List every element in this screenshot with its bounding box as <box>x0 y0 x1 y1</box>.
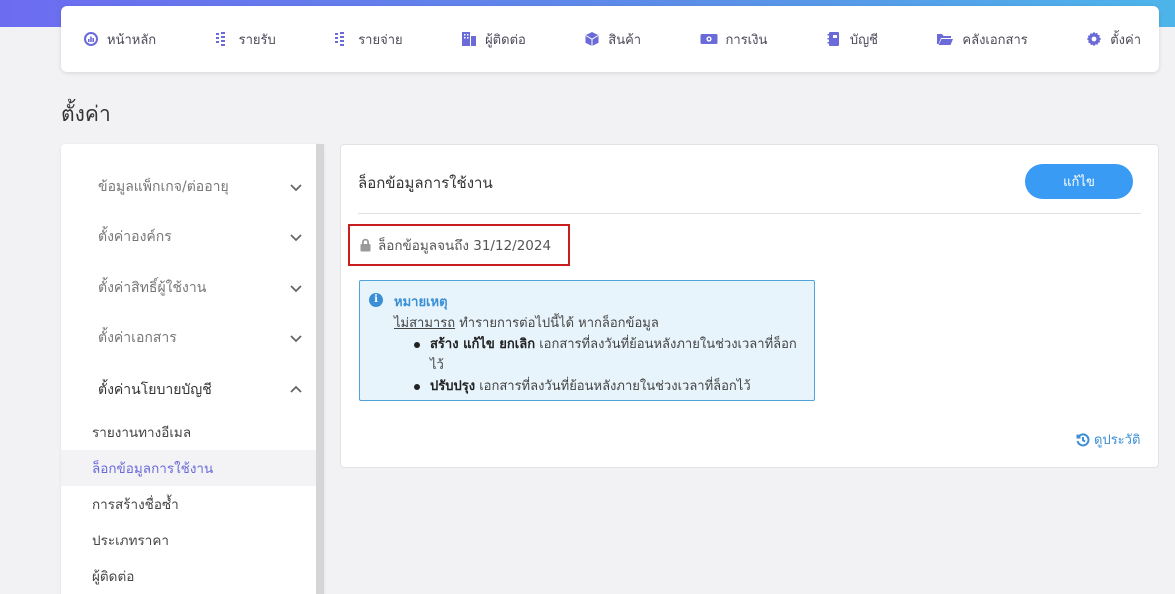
box-icon <box>585 32 599 46</box>
chevron-up-icon <box>290 385 302 393</box>
nav-item-contacts[interactable]: ผู้ติดต่อ <box>461 29 526 50</box>
main-navigation: หน้าหลัก รายรับ รายจ่าย ผู้ติดต่อ สินค้า… <box>61 6 1159 72</box>
note-bullet-bold: ปรับปรุง <box>430 379 476 394</box>
data-lock-card: ล็อกข้อมูลการใช้งาน แก้ไข ล็อกข้อมูลจนถึ… <box>340 144 1159 468</box>
sidebar-item-label: ผู้ติดต่อ <box>92 569 135 585</box>
edit-button[interactable]: แก้ไข <box>1025 164 1133 199</box>
note-underlined-text: ไม่สามารถ <box>394 316 456 331</box>
nav-item-accounting[interactable]: บัญชี <box>826 29 878 50</box>
note-list: สร้าง แก้ไข ยกเลิก เอกสารที่ลงวันที่ย้อน… <box>394 334 804 397</box>
nav-label: หน้าหลัก <box>107 32 157 48</box>
nav-label: การเงิน <box>725 32 768 48</box>
chevron-down-icon <box>290 285 302 293</box>
page-title: ตั้งค่า <box>61 102 111 126</box>
sidebar-scrollbar[interactable] <box>316 144 324 594</box>
sidebar-item-price-types[interactable]: ประเภทราคา <box>61 522 316 558</box>
note-text: ทำรายการต่อไปนี้ได้ หากล็อกข้อมูล <box>455 316 659 331</box>
lock-icon <box>360 238 371 252</box>
sidebar-item-label: ล็อกข้อมูลการใช้งาน <box>92 461 214 477</box>
view-history-link[interactable]: ดูประวัติ <box>1076 429 1140 450</box>
sidebar-section-label: ตั้งค่านโยบายบัญชี <box>98 382 212 398</box>
expense-icon <box>335 32 345 46</box>
sidebar-item-label: การสร้างชื่อซ้ำ <box>92 497 179 513</box>
sidebar-item-email-report[interactable]: รายงานทางอีเมล <box>61 414 316 450</box>
note-bullet-text: เอกสารที่ลงวันที่ย้อนหลังภายในช่วงเวลาที… <box>475 379 751 394</box>
nav-item-finance[interactable]: การเงิน <box>700 29 768 50</box>
note-title: หมายเหตุ <box>394 295 448 310</box>
nav-label: ผู้ติดต่อ <box>485 32 526 48</box>
sidebar-item-label: ประเภทราคา <box>92 533 169 549</box>
sidebar-section-user-permissions[interactable]: ตั้งค่าสิทธิ์ผู้ใช้งาน <box>98 276 303 300</box>
list-item: ปรับปรุง เอกสารที่ลงวันที่ย้อนหลังภายในช… <box>414 376 804 397</box>
note-box: i หมายเหตุ ไม่สามารถ ทำรายการต่อไปนี้ได้… <box>359 280 815 401</box>
sidebar-section-label: ตั้งค่าเอกสาร <box>98 330 177 346</box>
income-icon <box>215 32 225 46</box>
sidebar-item-duplicate-names[interactable]: การสร้างชื่อซ้ำ <box>61 486 316 522</box>
card-title: ล็อกข้อมูลการใช้งาน <box>358 174 493 192</box>
sidebar-item-contacts[interactable]: ผู้ติดต่อ <box>61 558 316 594</box>
sidebar-item-data-lock[interactable]: ล็อกข้อมูลการใช้งาน <box>61 450 316 486</box>
nav-item-products[interactable]: สินค้า <box>584 29 641 50</box>
contacts-icon <box>462 32 477 46</box>
chevron-down-icon <box>290 184 302 192</box>
note-description: ไม่สามารถ ทำรายการต่อไปนี้ได้ หากล็อกข้อ… <box>394 313 804 334</box>
chevron-down-icon <box>290 335 302 343</box>
list-item: สร้าง แก้ไข ยกเลิก เอกสารที่ลงวันที่ย้อน… <box>414 334 804 376</box>
folder-icon <box>937 34 954 45</box>
nav-item-settings[interactable]: ตั้งค่า <box>1086 29 1141 50</box>
nav-item-expense[interactable]: รายจ่าย <box>334 29 403 50</box>
gear-icon <box>1087 31 1102 47</box>
chevron-down-icon <box>290 234 302 242</box>
info-icon: i <box>369 293 383 307</box>
sidebar-section-documents[interactable]: ตั้งค่าเอกสาร <box>98 326 303 350</box>
nav-item-documents[interactable]: คลังเอกสาร <box>936 29 1028 50</box>
lock-status: ล็อกข้อมูลจนถึง 31/12/2024 <box>348 224 570 266</box>
ledger-icon <box>827 32 839 46</box>
nav-label: สินค้า <box>608 32 642 48</box>
sidebar-section-accounting-policy[interactable]: ตั้งค่านโยบายบัญชี <box>98 378 303 402</box>
sidebar-section-organization[interactable]: ตั้งค่าองค์กร <box>98 225 303 249</box>
nav-label: ตั้งค่า <box>1110 32 1141 48</box>
sidebar-section-label: ตั้งค่าองค์กร <box>98 229 172 245</box>
nav-label: บัญชี <box>849 32 878 48</box>
nav-item-dashboard[interactable]: หน้าหลัก <box>83 29 156 50</box>
dashboard-icon <box>84 32 98 46</box>
money-icon <box>700 34 718 44</box>
nav-label: คลังเอกสาร <box>962 32 1028 48</box>
view-history-label: ดูประวัติ <box>1094 433 1141 448</box>
sidebar-section-package[interactable]: ข้อมูลแพ็กเกจ/ต่ออายุ <box>98 175 303 199</box>
nav-label: รายรับ <box>238 32 276 48</box>
lock-status-text: ล็อกข้อมูลจนถึง 31/12/2024 <box>378 238 552 254</box>
note-bullet-bold: สร้าง แก้ไข ยกเลิก <box>430 337 536 352</box>
nav-item-income[interactable]: รายรับ <box>215 29 276 50</box>
sidebar-item-label: รายงานทางอีเมล <box>92 425 192 441</box>
sidebar-section-label: ข้อมูลแพ็กเกจ/ต่ออายุ <box>98 179 229 195</box>
settings-sidebar: ข้อมูลแพ็กเกจ/ต่ออายุ ตั้งค่าองค์กร ตั้ง… <box>61 144 324 594</box>
divider <box>358 213 1141 214</box>
sidebar-section-label: ตั้งค่าสิทธิ์ผู้ใช้งาน <box>98 280 207 296</box>
history-icon <box>1076 432 1090 446</box>
nav-label: รายจ่าย <box>358 32 403 48</box>
